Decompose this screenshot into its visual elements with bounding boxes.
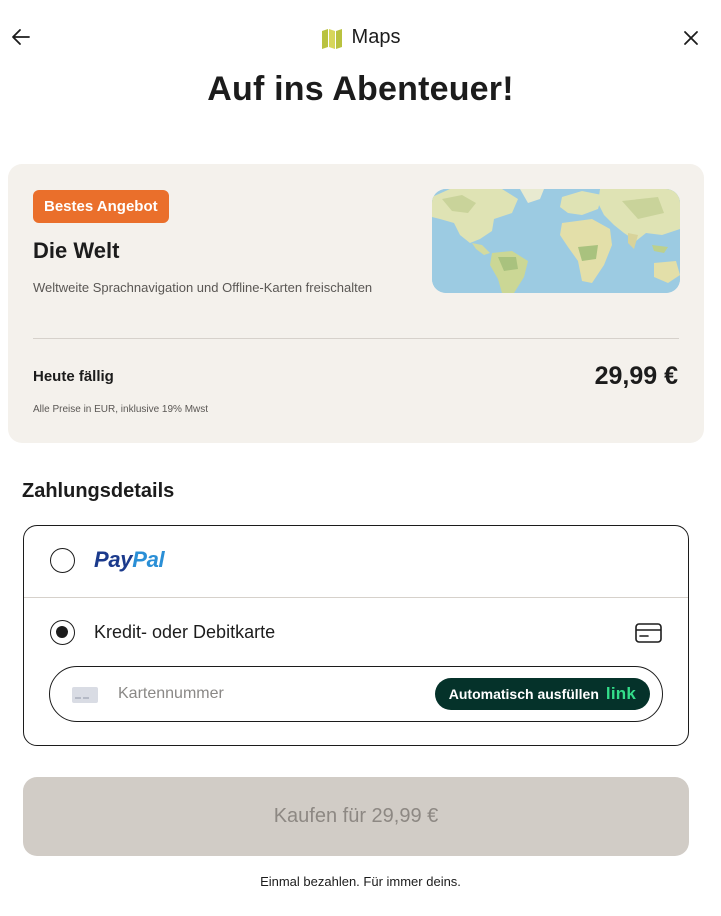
top-bar: Maps [0, 0, 721, 80]
autofill-label: Automatisch ausfüllen [448, 686, 599, 702]
due-today-label: Heute fällig [33, 368, 114, 385]
credit-card-icon [635, 623, 662, 643]
checkout-page: Maps Auf ins Abenteuer! Bestes Angebot D… [0, 0, 721, 916]
due-today-amount: 29,99 € [594, 362, 678, 390]
card-number-field[interactable]: Automatisch ausfüllen link [49, 666, 663, 722]
card-number-input[interactable] [118, 681, 388, 707]
footnote: Einmal bezahlen. Für immer deins. [260, 874, 461, 889]
offer-description: Weltweite Sprachnavigation und Offline-K… [33, 280, 373, 295]
map-icon [321, 28, 342, 49]
paypal-option[interactable]: PayPal [24, 526, 688, 597]
price-note: Alle Preise in EUR, inklusive 19% Mwst [33, 404, 209, 415]
offer-title: Die Welt [33, 238, 120, 263]
app-brand: Maps [0, 26, 721, 49]
close-icon[interactable] [681, 28, 701, 48]
paypal-logo-pal: Pal [132, 547, 165, 572]
card-radio[interactable] [50, 620, 75, 645]
paypal-logo: PayPal [94, 547, 165, 573]
autofill-link-button[interactable]: Automatisch ausfüllen link [434, 678, 650, 710]
payment-methods-box: PayPal Kredit- oder Debitkarte Kartennum… [23, 525, 689, 746]
app-name: Maps [351, 26, 401, 48]
paypal-logo-pay: Pay [94, 547, 133, 572]
card-radio-selected-dot [56, 626, 68, 638]
offer-card: Bestes Angebot Die Welt Weltweite Sprach… [8, 164, 704, 443]
card-placeholder-icon [72, 687, 98, 703]
link-logo: link [605, 684, 636, 703]
buy-button[interactable]: Kaufen für 29,99 € [23, 777, 689, 856]
payment-section-title: Zahlungsdetails [22, 480, 175, 502]
best-offer-badge: Bestes Angebot [33, 190, 169, 223]
paypal-radio[interactable] [50, 548, 75, 573]
offer-divider [33, 338, 679, 339]
page-title: Auf ins Abenteuer! [207, 70, 514, 108]
card-option: Kredit- oder Debitkarte Automatisch ausf… [24, 598, 688, 745]
world-map-image [432, 189, 680, 293]
world-map-illustration [432, 189, 680, 293]
card-option-label[interactable]: Kredit- oder Debitkarte [94, 622, 275, 643]
